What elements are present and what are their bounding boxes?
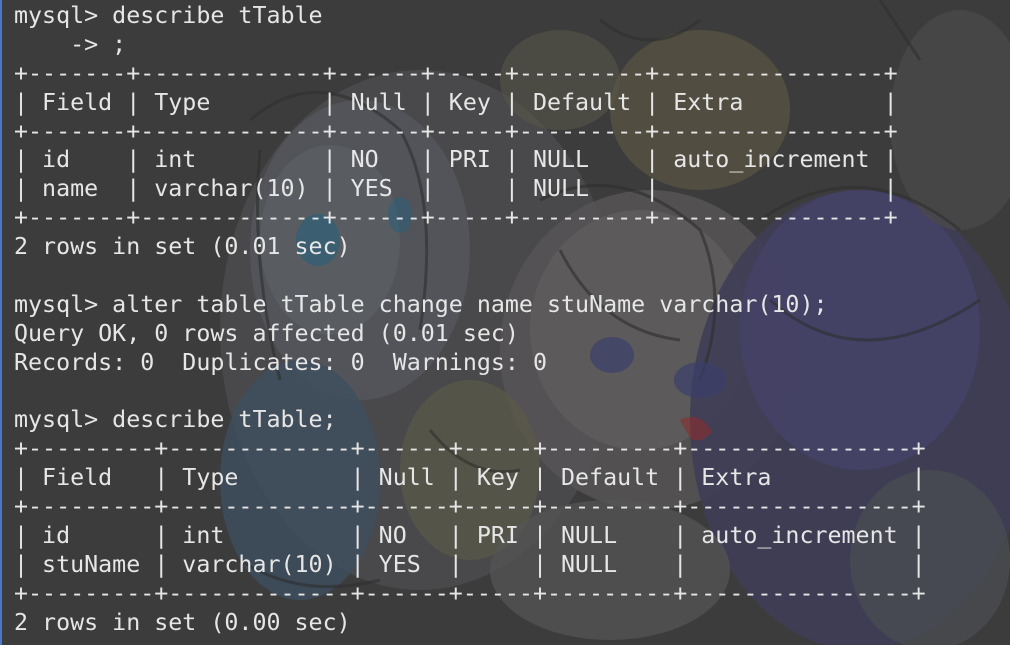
result-summary: 2 rows in set (0.01 sec) xyxy=(14,233,351,261)
table-row: | name | varchar(10) | YES | | NULL | | xyxy=(14,175,898,203)
query-result: Query OK, 0 rows affected (0.01 sec) xyxy=(14,319,519,347)
table-border: +-------+-------------+------+-----+----… xyxy=(14,204,898,232)
terminal-output[interactable]: mysql> describe tTable -> ; +-------+---… xyxy=(0,0,1010,645)
table-border: +---------+-------------+------+-----+--… xyxy=(14,435,926,463)
window-left-border xyxy=(0,0,2,645)
table-border: +-------+-------------+------+-----+----… xyxy=(14,117,898,145)
command-line: mysql> describe tTable; xyxy=(14,406,337,434)
table-row: | id | int | NO | PRI | NULL | auto_incr… xyxy=(14,522,926,550)
table-header-row: | Field | Type | Null | Key | Default | … xyxy=(14,464,926,492)
continuation-line: -> ; xyxy=(14,30,127,58)
table-header-row: | Field | Type | Null | Key | Default | … xyxy=(14,88,898,116)
command-line: mysql> alter table tTable change name st… xyxy=(14,290,828,318)
table-border: +-------+-------------+------+-----+----… xyxy=(14,59,898,87)
table-border: +---------+-------------+------+-----+--… xyxy=(14,579,926,607)
result-summary: 2 rows in set (0.00 sec) xyxy=(14,608,351,636)
table-row: | stuName | varchar(10) | YES | | NULL |… xyxy=(14,550,926,578)
command-line: mysql> describe tTable xyxy=(14,2,323,29)
table-border: +---------+-------------+------+-----+--… xyxy=(14,493,926,521)
query-records: Records: 0 Duplicates: 0 Warnings: 0 xyxy=(14,348,547,376)
table-row: | id | int | NO | PRI | NULL | auto_incr… xyxy=(14,146,898,174)
